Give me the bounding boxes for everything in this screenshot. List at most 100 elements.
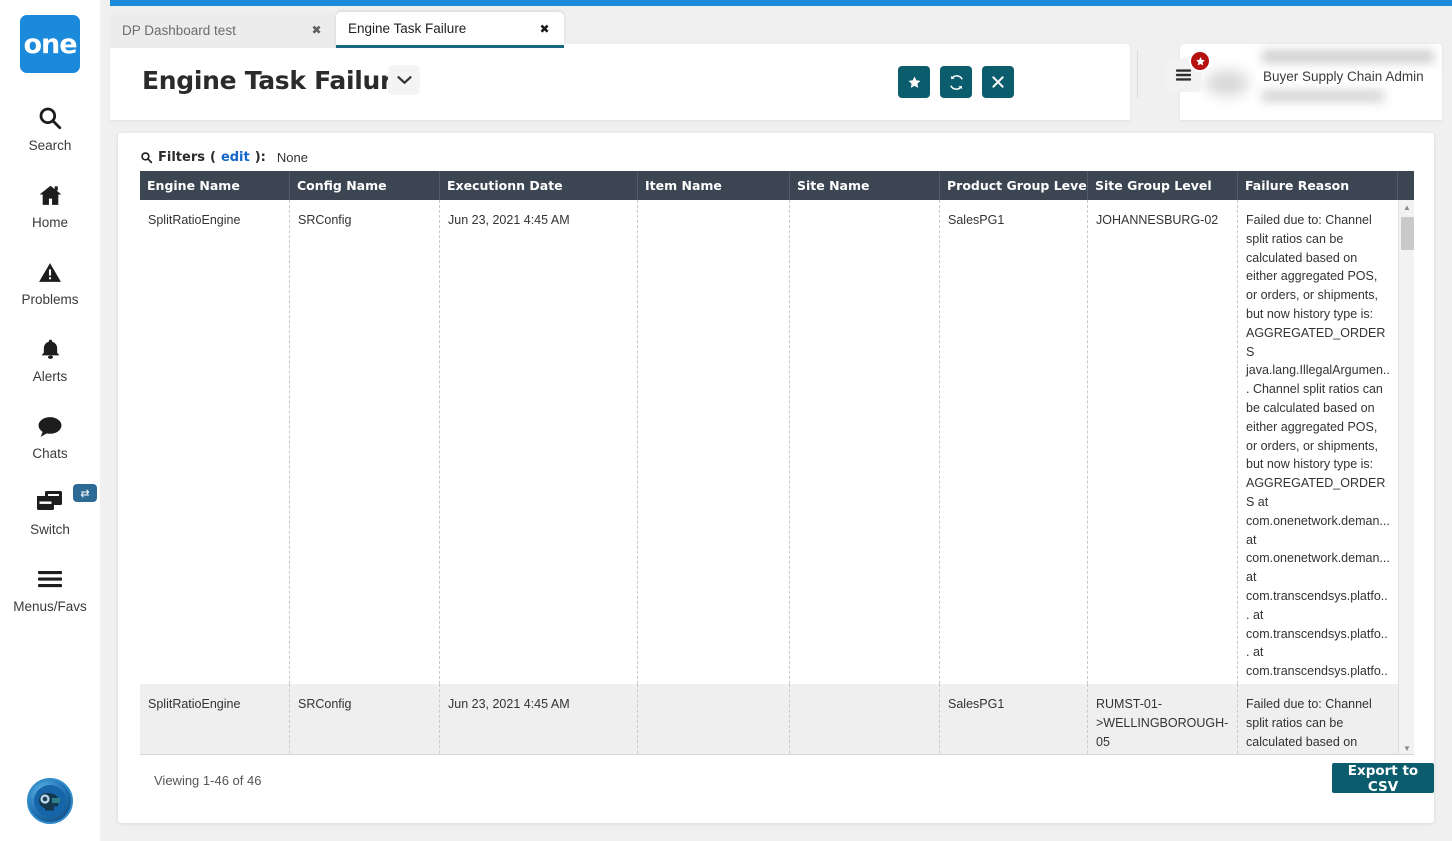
sidebar-item-search[interactable]: Search <box>0 100 100 153</box>
tab-bar: DP Dashboard test ✖ Engine Task Failure … <box>110 12 564 48</box>
sidebar-item-chats[interactable]: Chats <box>0 408 100 461</box>
status-badge[interactable] <box>1189 50 1211 72</box>
star-icon <box>1195 56 1206 67</box>
bell-icon <box>0 331 100 367</box>
cell-site-group-level: RUMST-01->WELLINGBOROUGH-05 <box>1088 684 1238 755</box>
sidebar-item-menus-favs[interactable]: Menus/Favs <box>0 561 100 614</box>
filters-label: Filters <box>158 150 205 165</box>
tab-label: Engine Task Failure <box>348 21 537 36</box>
cell-site-name <box>790 200 940 684</box>
export-to-csv-button[interactable]: Export to CSV <box>1332 763 1434 793</box>
triangle-up-icon[interactable]: ▲ <box>1399 200 1414 214</box>
cell-product-group-level: SalesPG1 <box>940 684 1088 755</box>
page-title: Engine Task Failure <box>142 66 409 95</box>
scrollbar-thumb[interactable] <box>1401 217 1414 250</box>
warning-triangle-icon <box>0 254 100 290</box>
hamburger-icon <box>0 561 100 597</box>
x-icon <box>991 75 1005 89</box>
user-role-label: Buyer Supply Chain Admin <box>1263 69 1424 84</box>
cell-config-name: SRConfig <box>290 684 440 755</box>
column-header-config-name[interactable]: Config Name <box>290 171 440 200</box>
sidebar-item-home[interactable]: Home <box>0 177 100 230</box>
chat-bubble-icon <box>0 408 100 444</box>
chevron-down-icon <box>397 75 412 85</box>
favorite-button[interactable] <box>898 66 930 98</box>
header-action-group <box>898 66 1014 98</box>
user-avatar-icon <box>33 784 67 818</box>
one-network-logo[interactable]: one <box>20 15 80 73</box>
table-row[interactable]: SplitRatioEngineSRConfigJun 23, 2021 4:4… <box>140 684 1414 755</box>
top-accent-bar <box>110 0 1452 6</box>
refresh-button[interactable] <box>940 66 972 98</box>
main-region: DP Dashboard test ✖ Engine Task Failure … <box>100 0 1452 841</box>
filters-close-paren: ): <box>255 150 266 165</box>
sidebar-item-problems[interactable]: Problems <box>0 254 100 307</box>
tab-engine-task-failure[interactable]: Engine Task Failure ✖ <box>336 12 564 48</box>
grid-header-row: Engine NameConfig NameExecutionn DateIte… <box>140 171 1414 200</box>
sidebar-item-label: Chats <box>0 446 100 461</box>
close-circle-icon[interactable]: ✖ <box>537 21 552 36</box>
close-button[interactable] <box>982 66 1014 98</box>
hamburger-icon <box>1175 68 1192 82</box>
close-circle-icon[interactable]: ✖ <box>309 23 324 38</box>
sidebar-item-label: Home <box>0 215 100 230</box>
cell-product-group-level: SalesPG1 <box>940 200 1088 684</box>
user-name-redacted <box>1262 50 1434 63</box>
cell-config-name: SRConfig <box>290 200 440 684</box>
column-header-item-name[interactable]: Item Name <box>638 171 790 200</box>
sidebar-item-label: Switch <box>0 522 100 537</box>
left-sidebar: one Search Home Problems <box>0 0 100 841</box>
filters-open-paren: ( <box>210 150 216 165</box>
home-icon <box>0 177 100 213</box>
cell-failure-reason: Failed due to: Channel split ratios can … <box>1238 684 1398 755</box>
user-org-redacted <box>1262 90 1384 102</box>
tab-dp-dashboard-test[interactable]: DP Dashboard test ✖ <box>110 12 336 48</box>
swap-arrows-icon[interactable]: ⇄ <box>73 484 97 502</box>
cell-execution-date: Jun 23, 2021 4:45 AM <box>440 684 638 755</box>
column-header-site-group-level[interactable]: Site Group Level <box>1088 171 1238 200</box>
vertical-scrollbar[interactable]: ▲ ▼ <box>1398 200 1414 755</box>
cell-failure-reason: Failed due to: Channel split ratios can … <box>1238 200 1398 684</box>
windows-stack-icon: ⇄ <box>0 484 100 520</box>
cell-item-name <box>638 684 790 755</box>
refresh-icon <box>948 74 965 91</box>
record-count-label: Viewing 1-46 of 46 <box>154 773 261 788</box>
sidebar-item-label: Search <box>0 138 100 153</box>
filters-edit-link[interactable]: edit <box>221 150 250 165</box>
page-header: Engine Task Failure <box>110 44 1130 120</box>
cell-engine-name: SplitRatioEngine <box>140 200 290 684</box>
grid-header-filler <box>1398 171 1414 200</box>
avatar <box>1205 70 1249 96</box>
grid-body: SplitRatioEngineSRConfigJun 23, 2021 4:4… <box>140 200 1414 755</box>
sidebar-item-switch[interactable]: ⇄ Switch <box>0 484 100 537</box>
filter-bar: Filters ( edit ): None <box>140 150 308 165</box>
cell-site-name <box>790 684 940 755</box>
column-header-site-name[interactable]: Site Name <box>790 171 940 200</box>
search-icon <box>0 100 100 136</box>
avatar[interactable] <box>27 778 73 824</box>
header-divider <box>1137 50 1138 98</box>
column-header-engine-name[interactable]: Engine Name <box>140 171 290 200</box>
content-panel: Filters ( edit ): None Engine NameConfig… <box>118 133 1434 823</box>
cell-engine-name: SplitRatioEngine <box>140 684 290 755</box>
sidebar-item-label: Problems <box>0 292 100 307</box>
sidebar-item-label: Menus/Favs <box>0 599 100 614</box>
search-icon <box>140 151 153 164</box>
column-header-failure-reason[interactable]: Failure Reason <box>1238 171 1398 200</box>
filters-value: None <box>277 150 308 165</box>
column-header-executionn-date[interactable]: Executionn Date <box>440 171 638 200</box>
cell-site-group-level: JOHANNESBURG-02 <box>1088 200 1238 684</box>
user-menu-toggle[interactable] <box>388 65 420 95</box>
tab-label: DP Dashboard test <box>122 23 309 38</box>
triangle-down-icon[interactable]: ▼ <box>1399 741 1414 755</box>
cell-item-name <box>638 200 790 684</box>
header-menu-wrap <box>1165 58 1201 92</box>
sidebar-item-label: Alerts <box>0 369 100 384</box>
table-row[interactable]: SplitRatioEngineSRConfigJun 23, 2021 4:4… <box>140 200 1414 684</box>
sidebar-item-alerts[interactable]: Alerts <box>0 331 100 384</box>
user-panel[interactable]: Buyer Supply Chain Admin <box>1180 44 1442 120</box>
cell-execution-date: Jun 23, 2021 4:45 AM <box>440 200 638 684</box>
data-grid: Engine NameConfig NameExecutionn DateIte… <box>140 171 1414 755</box>
star-icon <box>907 75 922 90</box>
column-header-product-group-level[interactable]: Product Group Level <box>940 171 1088 200</box>
